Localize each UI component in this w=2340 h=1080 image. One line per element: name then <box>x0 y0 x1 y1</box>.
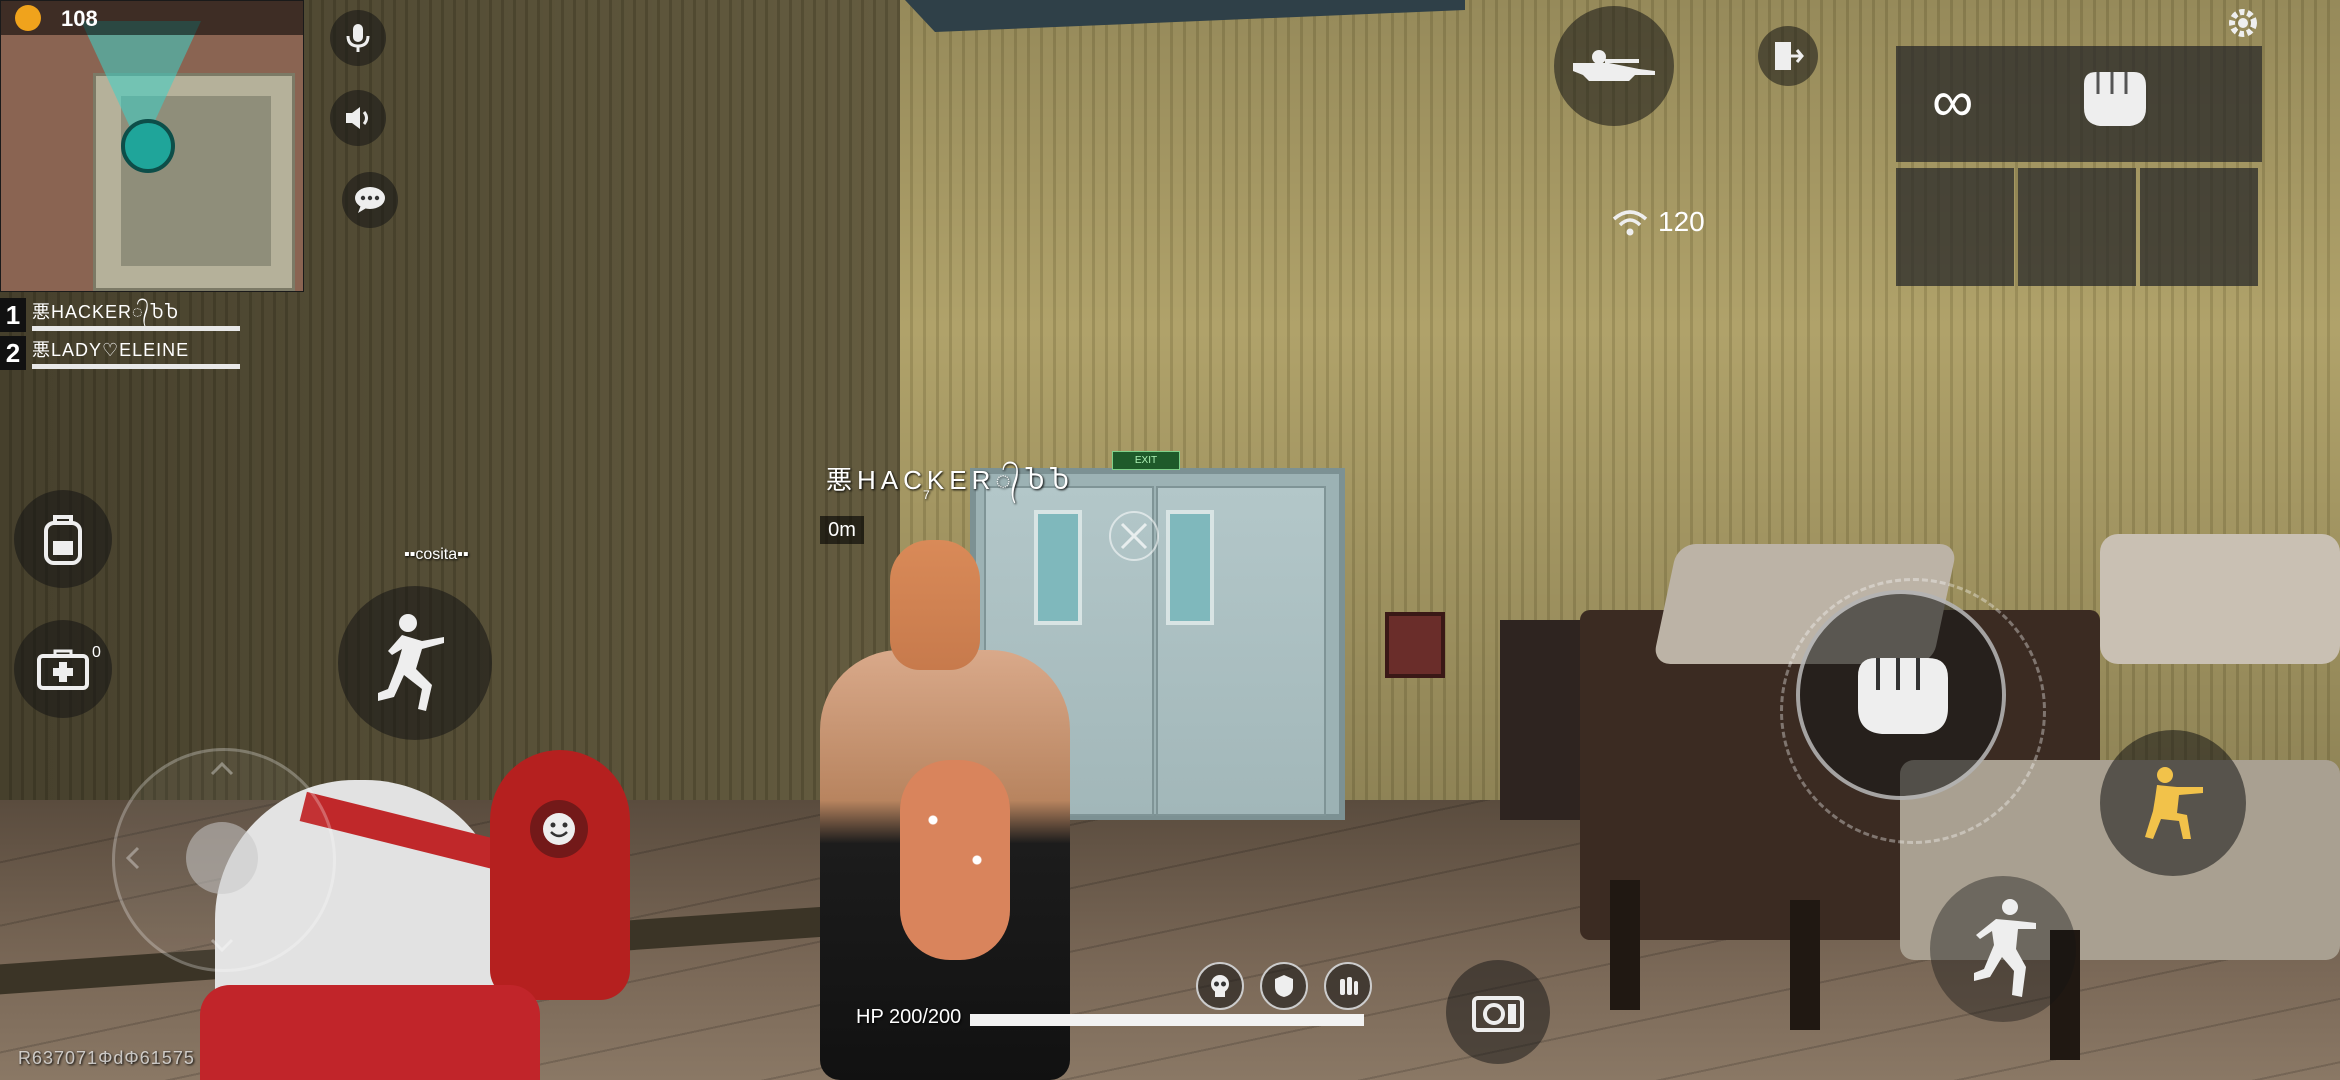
medkit-count: 0 <box>92 644 101 661</box>
distance-label: 0m <box>820 516 864 544</box>
backpack-button[interactable] <box>14 490 112 588</box>
weapon-slot-2[interactable] <box>1896 168 2014 286</box>
deer-mount <box>900 760 1010 960</box>
speaker-icon <box>346 107 368 129</box>
player-level: 7 <box>923 488 930 502</box>
fist-icon <box>2084 72 2146 126</box>
weapon-slot-4[interactable] <box>2140 168 2258 286</box>
weapon-slot-primary[interactable]: ∞ <box>1896 46 2262 162</box>
joystick-thumb[interactable] <box>186 822 258 894</box>
player-marker <box>121 119 175 173</box>
microphone-icon <box>346 24 370 52</box>
chat-bubble-icon <box>355 187 385 213</box>
sofa-leg <box>1610 880 1640 1010</box>
sofa-leg <box>1790 900 1820 1030</box>
exit-sign: EXIT <box>1112 451 1180 470</box>
medkit-button[interactable]: 0 <box>14 620 112 718</box>
ammo-count: ∞ <box>1932 69 1974 134</box>
exit-button[interactable] <box>1758 26 1818 86</box>
chevron-left-icon <box>125 846 140 870</box>
team-slot-number: 2 <box>0 336 26 370</box>
weapon-slot-3[interactable] <box>2018 168 2136 286</box>
sofa-cushion <box>2100 534 2340 664</box>
exit-door-icon <box>1775 42 1804 70</box>
player-id: R637071ΦdΦ61575 <box>18 1048 195 1068</box>
door-leaf-right <box>1156 486 1326 816</box>
medkit-icon <box>37 649 89 690</box>
skull-icon <box>1211 975 1229 997</box>
team-member-hp <box>32 326 240 331</box>
emote-button[interactable] <box>530 800 588 858</box>
red-panda-pet <box>490 750 630 1000</box>
npc-name: ▪▪cosita▪▪ <box>404 546 469 563</box>
minimap-topbar: 108 <box>1 1 303 35</box>
player-tag: 悪HACKER᭄ႦႦ <box>826 465 1075 495</box>
hp-bar-fill <box>970 1014 1364 1026</box>
backpack-icon <box>44 515 82 565</box>
team-member-name: 悪LADY♡ELEINE <box>32 340 190 360</box>
wifi-icon <box>1612 210 1648 236</box>
team-slot-number: 1 <box>0 298 26 332</box>
hp-label: HP 200/200 <box>856 1006 962 1028</box>
settings-button[interactable] <box>2218 0 2268 46</box>
speaker-button[interactable] <box>330 90 386 146</box>
bear-backpack <box>200 985 540 1080</box>
ping-value: 120 <box>1658 206 1705 237</box>
coin-icon <box>15 5 41 31</box>
chat-button[interactable] <box>342 172 398 228</box>
crosshair-icon <box>1109 511 1159 561</box>
team-member-1: 1 悪HACKER᭄ႦႦ <box>0 298 240 332</box>
gear-icon <box>2229 9 2257 37</box>
sprint-icon <box>378 614 444 711</box>
chevron-up-icon <box>210 761 234 776</box>
skill-slot-3[interactable] <box>1324 962 1372 1010</box>
door-window <box>1034 510 1082 625</box>
door-window <box>1166 510 1214 625</box>
prone-button[interactable] <box>1554 6 1674 126</box>
fire-button[interactable] <box>1796 590 2006 800</box>
chevron-down-icon <box>210 938 234 953</box>
wall-picture <box>1385 612 1445 678</box>
team-member-hp <box>32 364 240 369</box>
network-status: 120 <box>1610 206 1705 238</box>
fist-icon <box>1858 658 1948 734</box>
prone-icon <box>1573 50 1655 81</box>
jump-icon <box>1974 899 2036 997</box>
skill-slot-2[interactable] <box>1260 962 1308 1010</box>
camera-icon <box>1472 996 1524 1032</box>
crouch-icon <box>2145 767 2203 839</box>
crouch-button[interactable] <box>2100 730 2246 876</box>
weapon-panel: ∞ <box>1896 46 2262 286</box>
ammo-icon <box>1340 977 1358 995</box>
deer-mask <box>890 540 980 670</box>
minimap[interactable]: 108 <box>0 0 304 292</box>
armor-icon <box>1275 975 1293 997</box>
camera-button[interactable] <box>1446 960 1550 1064</box>
team-member-2: 2 悪LADY♡ELEINE <box>0 336 240 370</box>
skill-slot-1[interactable] <box>1196 962 1244 1010</box>
smiley-icon <box>543 813 575 845</box>
jump-button[interactable] <box>1930 876 2076 1022</box>
sprint-button[interactable] <box>338 586 492 740</box>
coin-count: 108 <box>61 6 98 31</box>
mic-button[interactable] <box>330 10 386 66</box>
